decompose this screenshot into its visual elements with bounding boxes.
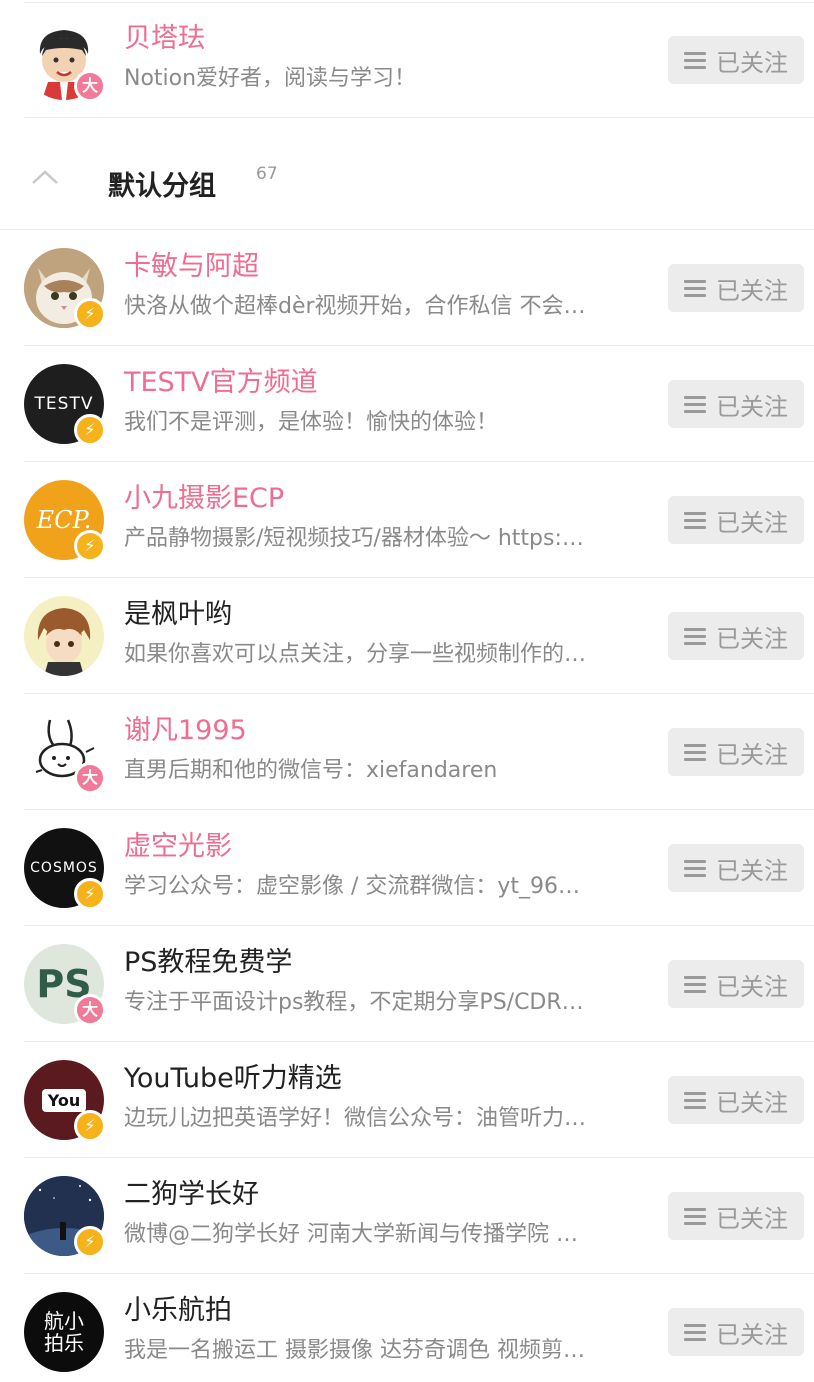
followed-button[interactable]: 已关注 — [668, 264, 804, 312]
user-description: 快洛从做个超棒dèr视频开始，合作私信 不会… — [124, 294, 586, 319]
followed-button[interactable]: 已关注 — [668, 1076, 804, 1124]
followed-button-label: 已关注 — [716, 1320, 788, 1349]
followed-button-label: 已关注 — [716, 276, 788, 305]
avatar[interactable] — [24, 596, 104, 676]
user-name[interactable]: 二狗学长好 — [124, 1178, 259, 1212]
divider — [24, 117, 814, 118]
followed-button-label: 已关注 — [716, 1204, 788, 1233]
followed-button[interactable]: 已关注 — [668, 1192, 804, 1240]
user-description: 边玩儿边把英语学好！微信公众号：油管听力… — [124, 1106, 587, 1131]
followed-button[interactable]: 已关注 — [668, 728, 804, 776]
vip-badge-icon: 大 — [74, 762, 106, 794]
user-description: 专注于平面设计ps教程，不定期分享PS/CDR… — [124, 990, 584, 1015]
bolt-badge-icon: ⚡ — [74, 414, 106, 446]
menu-icon — [684, 280, 706, 297]
user-name[interactable]: PS教程免费学 — [124, 946, 292, 980]
menu-icon — [684, 976, 706, 993]
list-item[interactable]: PS 大 PS教程免费学 专注于平面设计ps教程，不定期分享PS/CDR… 已关… — [0, 926, 814, 1042]
followed-button[interactable]: 已关注 — [668, 960, 804, 1008]
user-name[interactable]: 是枫叶哟 — [124, 598, 232, 632]
followed-button-label: 已关注 — [716, 856, 788, 885]
menu-icon — [684, 1092, 706, 1109]
followed-button-label: 已关注 — [716, 1088, 788, 1117]
menu-icon — [684, 1208, 706, 1225]
avatar[interactable]: 航小拍乐 — [24, 1292, 104, 1372]
user-name[interactable]: 谢凡1995 — [124, 714, 247, 748]
list-item[interactable]: ⚡ 二狗学长好 微博@二狗学长好 河南大学新闻与传播学院 … 已关注 — [0, 1158, 814, 1274]
avatar-logo-text: You — [41, 1088, 87, 1112]
user-name[interactable]: YouTube听力精选 — [124, 1062, 342, 1096]
bolt-badge-icon: ⚡ — [74, 530, 106, 562]
user-description: Notion爱好者，阅读与学习！ — [124, 66, 417, 91]
menu-icon — [684, 628, 706, 645]
followed-button[interactable]: 已关注 — [668, 36, 804, 84]
avatar-logo-text: TESTV — [34, 394, 94, 414]
bolt-badge-icon: ⚡ — [74, 298, 106, 330]
user-name[interactable]: 小九摄影ECP — [124, 482, 284, 516]
menu-icon — [684, 52, 706, 69]
followed-button-label: 已关注 — [716, 392, 788, 421]
vip-badge-icon: 大 — [74, 994, 106, 1026]
menu-icon — [684, 512, 706, 529]
followed-button[interactable]: 已关注 — [668, 380, 804, 428]
user-description: 我是一名搬运工 摄影摄像 达芬奇调色 视频剪… — [124, 1338, 585, 1363]
list-item[interactable]: 大 谢凡1995 直男后期和他的微信号：xiefandaren 已关注 — [0, 694, 814, 810]
user-description: 产品静物摄影/短视频技巧/器材体验～ https:… — [124, 526, 584, 551]
user-description: 学习公众号：虚空影像 / 交流群微信：yt_96… — [124, 874, 581, 899]
menu-icon — [684, 396, 706, 413]
followed-button[interactable]: 已关注 — [668, 496, 804, 544]
followed-button-label: 已关注 — [716, 48, 788, 77]
following-list-page: 大 贝塔珐 Notion爱好者，阅读与学习！ 已关注 默认分组 67 ⚡ 卡敏与… — [0, 0, 814, 1382]
avatar-logo-text: COSMOS — [30, 860, 98, 876]
menu-icon — [684, 860, 706, 877]
list-item[interactable]: ECP. ⚡ 小九摄影ECP 产品静物摄影/短视频技巧/器材体验～ https:… — [0, 462, 814, 578]
list-item[interactable]: TESTV ⚡ TESTV官方频道 我们不是评测，是体验！愉快的体验！ 已关注 — [0, 346, 814, 462]
list-item[interactable]: 是枫叶哟 如果你喜欢可以点关注，分享一些视频制作的… 已关注 — [0, 578, 814, 694]
user-description: 我们不是评测，是体验！愉快的体验！ — [124, 410, 499, 435]
group-title[interactable]: 默认分组 — [108, 164, 216, 203]
chevron-up-icon[interactable] — [30, 168, 60, 190]
bolt-badge-icon: ⚡ — [74, 1226, 106, 1258]
followed-button[interactable]: 已关注 — [668, 612, 804, 660]
user-name[interactable]: 小乐航拍 — [124, 1294, 232, 1328]
list-item[interactable]: ⚡ 卡敏与阿超 快洛从做个超棒dèr视频开始，合作私信 不会… 已关注 — [0, 230, 814, 346]
vip-badge-icon: 大 — [74, 70, 106, 102]
menu-icon — [684, 744, 706, 761]
user-name[interactable]: 贝塔珐 — [124, 22, 205, 56]
followed-button-label: 已关注 — [716, 740, 788, 769]
followed-button-label: 已关注 — [716, 972, 788, 1001]
group-count: 67 — [256, 164, 278, 184]
list-item[interactable]: 航小拍乐 小乐航拍 我是一名搬运工 摄影摄像 达芬奇调色 视频剪… 已关注 — [0, 1274, 814, 1382]
user-name[interactable]: TESTV官方频道 — [124, 366, 318, 400]
user-description: 微博@二狗学长好 河南大学新闻与传播学院 … — [124, 1222, 578, 1247]
list-item-beitafa[interactable]: 大 贝塔珐 Notion爱好者，阅读与学习！ 已关注 — [0, 2, 814, 118]
followed-button[interactable]: 已关注 — [668, 844, 804, 892]
user-name[interactable]: 虚空光影 — [124, 830, 232, 864]
bolt-badge-icon: ⚡ — [74, 878, 106, 910]
avatar-logo-text: ECP. — [36, 506, 92, 534]
menu-icon — [684, 1324, 706, 1341]
followed-button-label: 已关注 — [716, 624, 788, 653]
list-item[interactable]: COSMOS ⚡ 虚空光影 学习公众号：虚空影像 / 交流群微信：yt_96… … — [0, 810, 814, 926]
user-description: 如果你喜欢可以点关注，分享一些视频制作的… — [124, 642, 587, 667]
user-name[interactable]: 卡敏与阿超 — [124, 250, 259, 284]
user-description: 直男后期和他的微信号：xiefandaren — [124, 758, 498, 783]
avatar-logo-text: 航小拍乐 — [44, 1309, 84, 1355]
followed-button[interactable]: 已关注 — [668, 1308, 804, 1356]
list-item[interactable]: You ⚡ YouTube听力精选 边玩儿边把英语学好！微信公众号：油管听力… … — [0, 1042, 814, 1158]
bolt-badge-icon: ⚡ — [74, 1110, 106, 1142]
followed-button-label: 已关注 — [716, 508, 788, 537]
